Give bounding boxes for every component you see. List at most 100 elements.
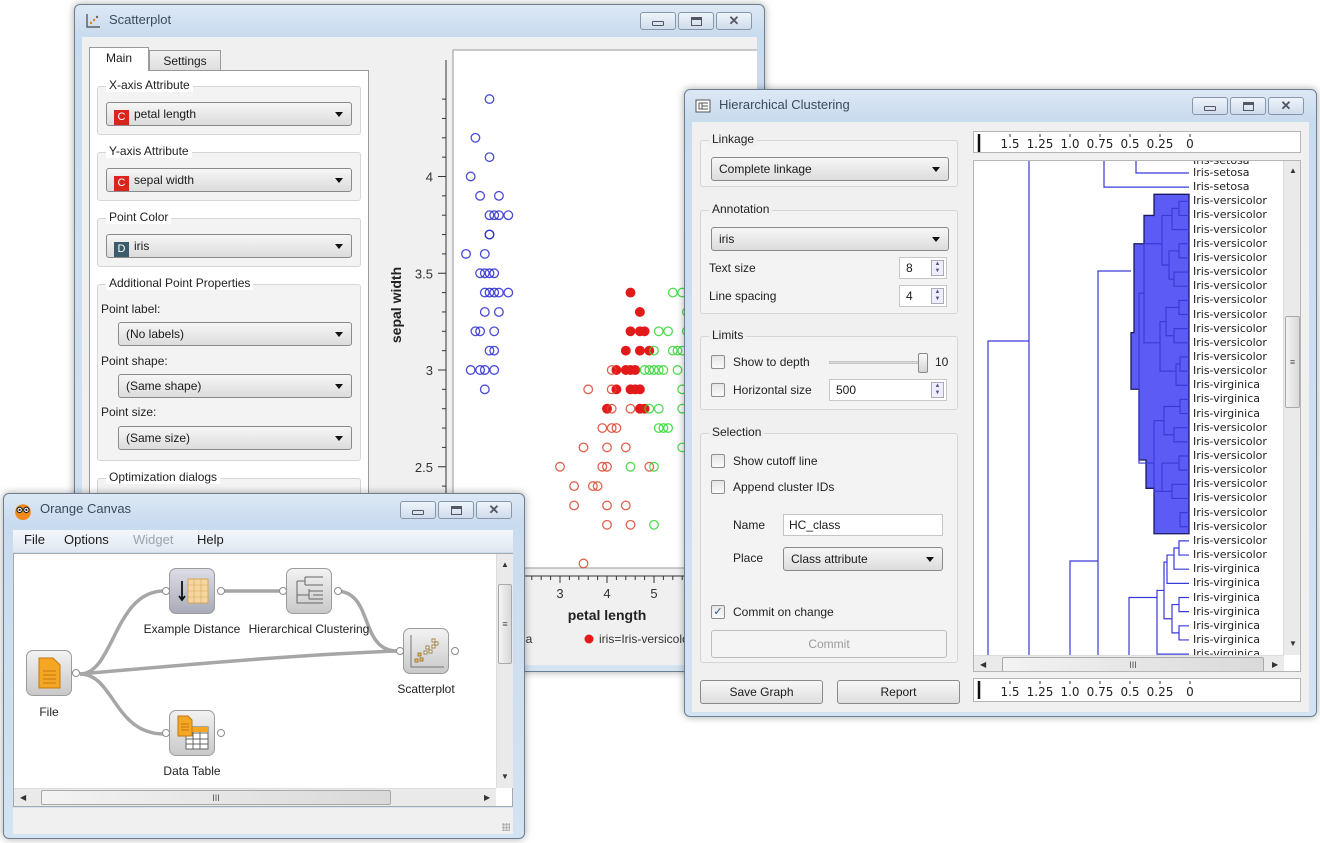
scroll-thumb[interactable]: ≡ xyxy=(498,584,512,664)
node-example-distance[interactable] xyxy=(169,568,215,614)
output-port[interactable] xyxy=(72,669,80,677)
horizontal-size-checkbox[interactable] xyxy=(711,383,725,397)
scroll-left-icon[interactable]: ◀ xyxy=(980,660,986,669)
status-bar xyxy=(13,808,513,834)
scroll-up-icon[interactable]: ▲ xyxy=(1289,166,1297,175)
scroll-up-icon[interactable]: ▲ xyxy=(501,560,509,569)
input-port[interactable] xyxy=(279,587,287,595)
leaf-label: Iris-virginica xyxy=(1193,576,1260,590)
annotation-select[interactable]: iris xyxy=(711,227,949,251)
node-hierarchical-clustering[interactable] xyxy=(286,568,332,614)
node-file[interactable] xyxy=(26,650,72,696)
scale-tick-label: 0.5 xyxy=(1120,685,1139,699)
horizontal-scrollbar[interactable]: ◀ III ▶ xyxy=(974,655,1284,671)
output-port[interactable] xyxy=(217,587,225,595)
scroll-thumb[interactable]: ≡ xyxy=(1285,316,1300,408)
scatterplot-titlebar[interactable]: Scatterplot ✕ xyxy=(75,5,764,35)
scale-tick-label: 0.25 xyxy=(1147,137,1174,151)
place-value: Class attribute xyxy=(791,552,868,566)
show-cutoff-checkbox[interactable] xyxy=(711,454,725,468)
leaf-label: Iris-virginica xyxy=(1193,562,1260,576)
line-spacing-spinbox[interactable]: 4 ▲ ▼ xyxy=(899,285,947,307)
data-point xyxy=(625,326,636,337)
scroll-down-icon[interactable]: ▼ xyxy=(1289,639,1297,648)
menu-file[interactable]: File xyxy=(24,532,45,547)
node-scatterplot[interactable] xyxy=(403,628,449,674)
continuous-badge-icon: C xyxy=(114,110,129,125)
canvas-area[interactable]: File Example Distance Hierarchical Clust… xyxy=(13,553,513,807)
y-tick-label: 3.5 xyxy=(415,266,433,281)
menu-help[interactable]: Help xyxy=(197,532,224,547)
dendrogram-link xyxy=(1171,603,1179,634)
maximize-button[interactable] xyxy=(678,12,714,30)
point-label-select[interactable]: (No labels) xyxy=(118,322,352,346)
dendrogram-link xyxy=(1128,596,1157,656)
leaf-label: Iris-virginica xyxy=(1193,392,1260,406)
point-shape-select[interactable]: (Same shape) xyxy=(118,374,352,398)
depth-slider-handle[interactable] xyxy=(918,353,928,373)
output-port[interactable] xyxy=(217,729,225,737)
save-graph-button[interactable]: Save Graph xyxy=(700,680,823,704)
close-icon: ✕ xyxy=(728,13,740,28)
canvas-horizontal-scrollbar[interactable]: ◀ III ▶ xyxy=(14,788,496,806)
minimize-button[interactable] xyxy=(640,12,676,30)
annotation-group-title: Annotation xyxy=(709,202,773,216)
scroll-left-icon[interactable]: ◀ xyxy=(20,793,26,802)
point-color-select[interactable]: Diris xyxy=(106,234,352,258)
scroll-thumb[interactable]: III xyxy=(1002,657,1264,671)
output-port[interactable] xyxy=(334,587,342,595)
text-size-value: 8 xyxy=(906,261,913,275)
scroll-right-icon[interactable]: ▶ xyxy=(484,793,490,802)
append-ids-checkbox[interactable] xyxy=(711,480,725,494)
input-port[interactable] xyxy=(162,729,170,737)
menu-widget[interactable]: Widget xyxy=(133,532,173,547)
limits-group-title: Limits xyxy=(709,328,747,342)
text-size-spinbox[interactable]: 8 ▲ ▼ xyxy=(899,257,947,279)
linkage-select[interactable]: Complete linkage xyxy=(711,157,949,181)
tab-settings[interactable]: Settings xyxy=(149,50,221,72)
link-file-to-scatterplot xyxy=(79,649,398,676)
scroll-down-icon[interactable]: ▼ xyxy=(501,772,509,781)
commit-on-change-checkbox[interactable]: ✓ xyxy=(711,605,725,619)
output-port[interactable] xyxy=(451,647,459,655)
horizontal-size-spinbox[interactable]: 500 ▲ ▼ xyxy=(829,379,947,401)
close-button[interactable]: ✕ xyxy=(1268,97,1304,115)
node-data-table[interactable] xyxy=(169,710,215,756)
close-button[interactable]: ✕ xyxy=(476,501,512,519)
scroll-right-icon[interactable]: ▶ xyxy=(1272,660,1278,669)
x-axis-select[interactable]: Cpetal length xyxy=(106,102,352,126)
menu-options[interactable]: Options xyxy=(64,532,109,547)
point-size-select[interactable]: (Same size) xyxy=(118,426,352,450)
scroll-thumb[interactable]: III xyxy=(41,790,391,805)
y-axis-group-title: Y-axis Attribute xyxy=(106,144,192,158)
canvas-titlebar[interactable]: Orange Canvas ✕ xyxy=(4,494,524,524)
continuous-badge-icon: C xyxy=(114,176,129,191)
dendrogram-icon xyxy=(695,99,711,113)
maximize-button[interactable] xyxy=(438,501,474,519)
input-port[interactable] xyxy=(162,587,170,595)
scale-tick-label: 0 xyxy=(1186,137,1194,151)
hc-titlebar[interactable]: Hierarchical Clustering ✕ xyxy=(685,90,1316,120)
dendrogram-link xyxy=(1097,270,1131,656)
name-input[interactable]: HC_class xyxy=(783,514,943,536)
tab-main[interactable]: Main xyxy=(89,47,149,71)
depth-slider[interactable] xyxy=(829,353,928,373)
minimize-button[interactable] xyxy=(1192,97,1228,115)
close-button[interactable]: ✕ xyxy=(716,12,752,30)
spin-arrows-icon[interactable]: ▲ ▼ xyxy=(931,382,944,398)
spin-arrows-icon[interactable]: ▲ ▼ xyxy=(931,260,944,276)
input-port[interactable] xyxy=(396,647,404,655)
horizontal-size-label: Horizontal size xyxy=(733,383,812,397)
canvas-vertical-scrollbar[interactable]: ▲ ≡ ▼ xyxy=(496,554,513,788)
y-axis-select[interactable]: Csepal width xyxy=(106,168,352,192)
commit-button[interactable]: Commit xyxy=(711,630,947,658)
resize-grip-icon[interactable] xyxy=(502,823,510,831)
maximize-button[interactable] xyxy=(1230,97,1266,115)
leaf-label: Iris-versicolor xyxy=(1193,321,1267,335)
vertical-scrollbar[interactable]: ▲ ≡ ▼ xyxy=(1283,161,1300,655)
show-depth-checkbox[interactable] xyxy=(711,355,725,369)
minimize-button[interactable] xyxy=(400,501,436,519)
spin-arrows-icon[interactable]: ▲ ▼ xyxy=(931,288,944,304)
report-button[interactable]: Report xyxy=(837,680,960,704)
place-select[interactable]: Class attribute xyxy=(783,547,943,571)
